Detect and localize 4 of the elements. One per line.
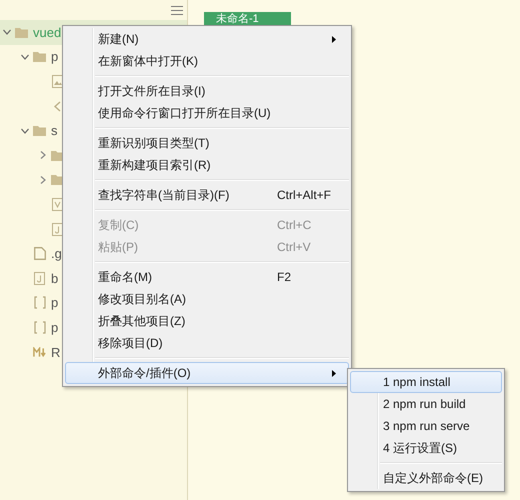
shortcut-label: Ctrl+Alt+F bbox=[277, 188, 332, 202]
shortcut-label: F2 bbox=[277, 270, 292, 284]
shortcut-label: Ctrl+V bbox=[277, 240, 311, 254]
shortcut-label: Ctrl+C bbox=[277, 218, 312, 232]
